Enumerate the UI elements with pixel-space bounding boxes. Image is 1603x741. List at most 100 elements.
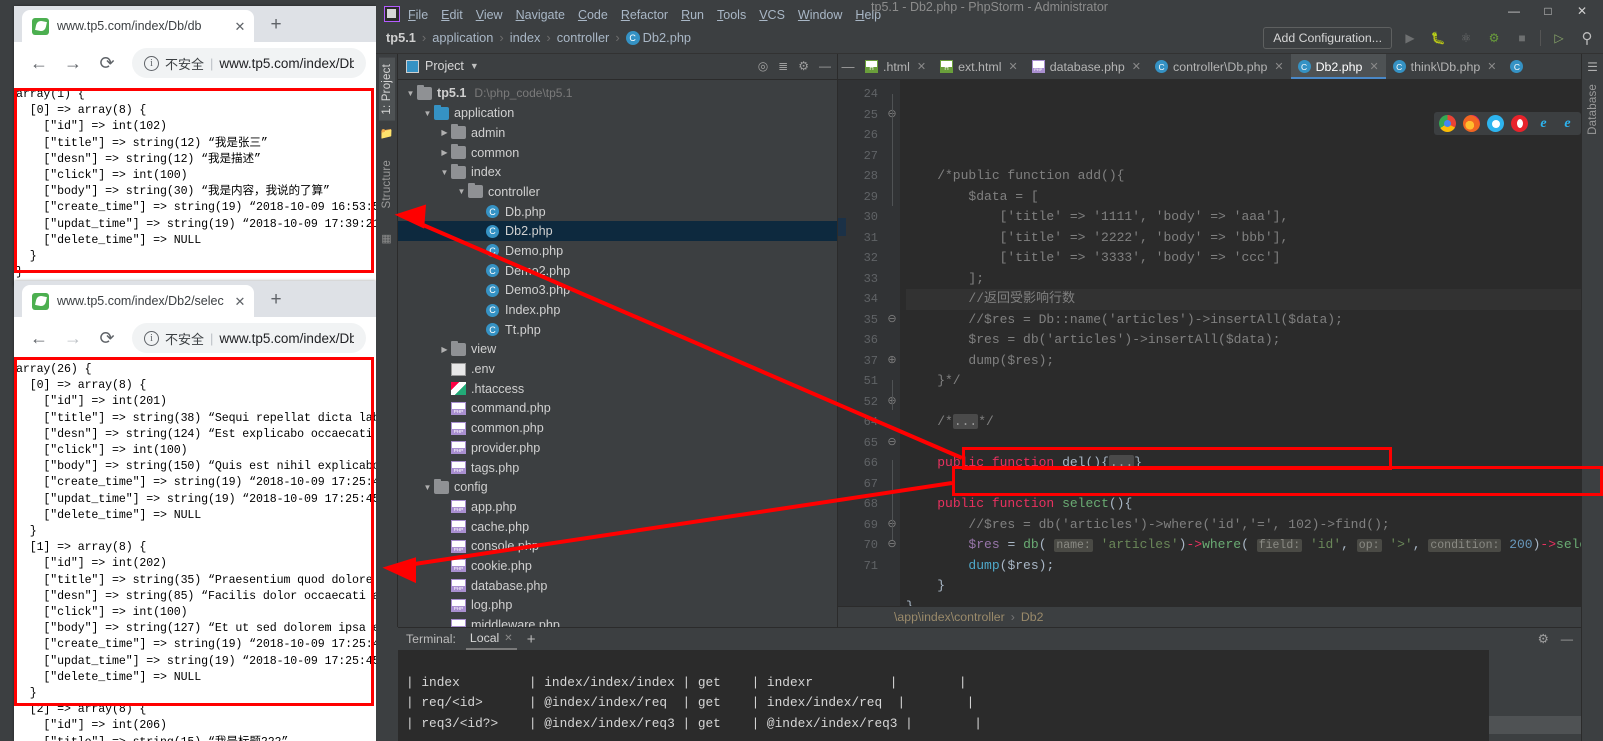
browser1-tab[interactable]: www.tp5.com/index/Db/db ✕: [22, 10, 254, 42]
chevron-down-icon[interactable]: ▼: [455, 187, 468, 196]
tree-item-controller[interactable]: ▼ controller: [398, 182, 837, 202]
breadcrumb-index[interactable]: index: [510, 30, 541, 45]
editor-tab-databasephp[interactable]: database.php ✕: [1025, 54, 1148, 79]
code-line[interactable]: $res = db( name: 'articles')->where( fie…: [906, 535, 1587, 556]
back-icon[interactable]: ←: [24, 323, 54, 353]
tree-item-cookie.php[interactable]: ▶ cookie.php: [398, 556, 837, 576]
menu-item-vcs[interactable]: VCS: [759, 8, 785, 22]
tree-item-app.php[interactable]: ▶ app.php: [398, 497, 837, 517]
tree-item-common[interactable]: ▶ common: [398, 143, 837, 163]
tool-tab-database[interactable]: Database: [1585, 78, 1601, 141]
tool-tab-project[interactable]: 1: Project: [378, 58, 395, 121]
code-line[interactable]: /*...*/: [906, 412, 1587, 433]
grid-icon[interactable]: ▦: [381, 232, 391, 245]
terminal-icon[interactable]: ▷: [1549, 28, 1569, 48]
tree-item-common.php[interactable]: ▶ common.php: [398, 418, 837, 438]
debug-icon[interactable]: 🐛: [1428, 28, 1448, 48]
browser-window-2[interactable]: www.tp5.com/index/Db2/selec ✕ + ← → ⟳ i …: [14, 281, 376, 741]
close-icon[interactable]: ✕: [1274, 60, 1283, 73]
tree-item-provider.php[interactable]: ▶ provider.php: [398, 438, 837, 458]
tree-item-tags.php[interactable]: ▶ tags.php: [398, 458, 837, 478]
code-editor[interactable]: 24 25 26 27 28 29 30 31 32 33 34 35 36 37 51 52 64 65 66 67…: [838, 80, 1603, 607]
browser-launch-bar[interactable]: e e: [1434, 112, 1581, 136]
browser2-url-bar[interactable]: i 不安全 | www.tp5.com/index/Db2: [132, 323, 366, 353]
code-line[interactable]: ['title' => '3333', 'body' => 'ccc']: [906, 248, 1587, 269]
code-line[interactable]: public function select(){: [906, 494, 1587, 515]
tree-item-db2.php[interactable]: ▶C Db2.php: [398, 221, 837, 242]
terminal-add-button[interactable]: +: [527, 631, 536, 648]
tree-item-demo2.php[interactable]: ▶C Demo2.php: [398, 261, 837, 281]
coverage-icon[interactable]: ⚛: [1456, 28, 1476, 48]
editor-tab-html[interactable]: .html ✕: [858, 54, 933, 79]
menu-bar[interactable]: File Edit View Navigate Code Refactor Ru…: [408, 8, 881, 22]
code-line[interactable]: [906, 392, 1587, 413]
chevron-down-icon[interactable]: ▼: [421, 109, 434, 118]
chevron-down-icon[interactable]: ▼: [404, 89, 417, 98]
tree-item-.htaccess[interactable]: ▶ .htaccess: [398, 379, 837, 399]
menu-item-window[interactable]: Window: [798, 8, 842, 22]
close-icon[interactable]: ✕: [232, 293, 248, 309]
menu-item-code[interactable]: Code: [578, 8, 608, 22]
info-icon[interactable]: i: [144, 55, 159, 71]
tree-item-demo.php[interactable]: ▶C Demo.php: [398, 241, 837, 261]
breadcrumb-file[interactable]: C Db2.php: [625, 30, 691, 45]
tree-item-config[interactable]: ▼ config: [398, 477, 837, 497]
menu-item-file[interactable]: File: [408, 8, 428, 22]
chevron-right-icon[interactable]: ▶: [438, 345, 451, 354]
tree-item-admin[interactable]: ▶ admin: [398, 123, 837, 143]
collapse-all-icon[interactable]: ≣: [778, 59, 788, 73]
reload-icon[interactable]: ⟳: [92, 323, 122, 353]
tree-item-application[interactable]: ▼ application: [398, 103, 837, 123]
breadcrumb-application[interactable]: application: [432, 30, 493, 45]
browser-window-1[interactable]: www.tp5.com/index/Db/db ✕ + ← → ⟳ i 不安全 …: [14, 6, 376, 286]
code-line[interactable]: $res = db('articles')->insertAll($data);: [906, 330, 1587, 351]
menu-item-run[interactable]: Run: [681, 8, 704, 22]
editor-tab-thinkdbphp[interactable]: Cthink\Db.php ✕: [1386, 54, 1504, 79]
code-line[interactable]: }*/: [906, 371, 1587, 392]
chevron-down-icon[interactable]: ▼: [421, 483, 434, 492]
fold-toggle-icon[interactable]: ⊖: [884, 310, 900, 331]
profile-icon[interactable]: ⚙: [1484, 28, 1504, 48]
locate-icon[interactable]: ◎: [758, 59, 768, 73]
menu-item-refactor[interactable]: Refactor: [621, 8, 668, 22]
code-line[interactable]: dump($res);: [906, 556, 1587, 577]
terminal-output[interactable]: | index | index/index/index | get | inde…: [398, 650, 1581, 741]
close-button[interactable]: ✕: [1565, 0, 1599, 22]
code-line[interactable]: //$res = Db::name('articles')->insertAll…: [906, 310, 1587, 331]
add-configuration-button[interactable]: Add Configuration...: [1263, 26, 1392, 49]
opera-icon[interactable]: [1511, 115, 1528, 133]
close-icon[interactable]: ✕: [504, 633, 512, 644]
stop-icon[interactable]: ■: [1512, 28, 1532, 48]
new-tab-button[interactable]: +: [262, 11, 290, 39]
tree-item-command.php[interactable]: ▶ command.php: [398, 399, 837, 419]
code-line[interactable]: ];: [906, 269, 1587, 290]
tree-item-index[interactable]: ▼ index: [398, 162, 837, 182]
code-line[interactable]: ['title' => '2222', 'body' => 'bbb'],: [906, 228, 1587, 249]
tree-item-database.php[interactable]: ▶ database.php: [398, 576, 837, 596]
code-line[interactable]: //返回受影响行数: [906, 289, 1587, 310]
close-icon[interactable]: ✕: [1132, 60, 1141, 73]
tree-item-view[interactable]: ▶ view: [398, 340, 837, 360]
code-line[interactable]: //$res = db('articles')->where('id','=',…: [906, 515, 1587, 536]
database-icon[interactable]: ☰: [1587, 60, 1598, 74]
tab-scroll-left-icon[interactable]: —: [838, 54, 858, 79]
browser1-url-bar[interactable]: i 不安全 | www.tp5.com/index/Db/db: [132, 48, 366, 78]
tree-item-cache.php[interactable]: ▶ cache.php: [398, 517, 837, 537]
menu-item-navigate[interactable]: Navigate: [516, 8, 565, 22]
tree-item-tt.php[interactable]: ▶C Tt.php: [398, 320, 837, 340]
new-tab-button[interactable]: +: [262, 286, 290, 314]
minimize-button[interactable]: —: [1497, 0, 1531, 22]
chevron-right-icon[interactable]: ▶: [438, 128, 451, 137]
menu-item-help[interactable]: Help: [855, 8, 881, 22]
close-icon[interactable]: ✕: [232, 18, 248, 34]
safari-icon[interactable]: [1487, 115, 1504, 133]
menu-item-tools[interactable]: Tools: [717, 8, 746, 22]
tree-item-demo3.php[interactable]: ▶C Demo3.php: [398, 281, 837, 301]
breadcrumb-project[interactable]: tp5.1: [386, 30, 416, 45]
editor-tab-db2php[interactable]: C Db2.php ✕: [1290, 54, 1386, 80]
tree-item-.env[interactable]: ▶ .env: [398, 359, 837, 379]
edge-icon[interactable]: e: [1535, 115, 1552, 132]
tree-item-tp5.1[interactable]: ▼ tp5.1 D:\php_code\tp5.1: [398, 84, 837, 104]
search-icon[interactable]: ⚲: [1577, 28, 1597, 48]
menu-item-view[interactable]: View: [476, 8, 503, 22]
